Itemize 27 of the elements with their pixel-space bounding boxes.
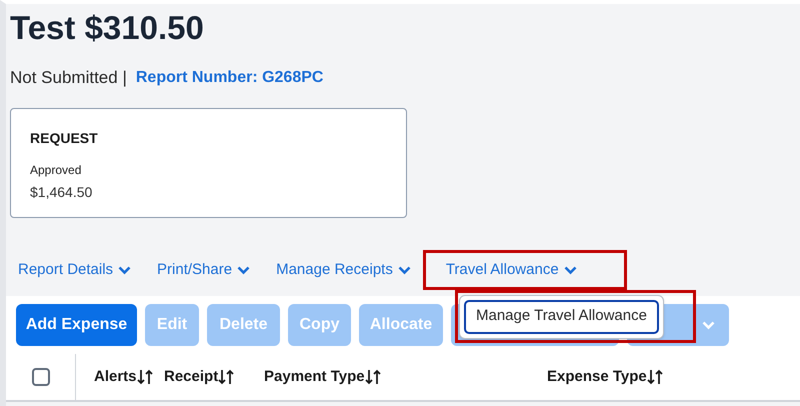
card-status: Approved [30,162,82,179]
menu-button[interactable]: Manage Receipts [275,253,412,287]
chevron-down-icon [564,266,577,274]
chevron-down-icon [398,266,411,274]
chevron-down-icon [118,266,132,274]
menu-button[interactable]: Report Details [17,253,132,287]
sort-icon [218,369,234,385]
report-status: Not Submitted | [10,67,127,90]
menu-button[interactable]: Travel Allowance [426,253,624,287]
card-heading: REQUEST [30,129,98,148]
column-header[interactable]: Alerts [94,366,153,388]
toolbar-button[interactable]: Add Expense [16,304,137,346]
column-header[interactable]: Payment Type [264,366,381,388]
card-amount: $1,464.50 [30,183,92,202]
sort-icon [646,369,663,385]
chevron-down-icon [702,320,715,330]
chevron-down-icon [237,266,250,274]
request-card[interactable]: REQUEST Approved $1,464.50 [10,108,407,218]
report-number-link[interactable]: Report Number: G268PC [136,66,324,90]
sort-icon [136,369,153,385]
select-all-checkbox[interactable] [32,368,50,386]
menu-button[interactable]: Print/Share [156,253,252,287]
column-header[interactable]: Receipt [164,366,234,388]
report-title: Test $310.50 [10,9,204,46]
column-header[interactable]: Expense Type [547,366,663,388]
dropdown-item[interactable]: Manage Travel Allowance [464,300,659,334]
sort-icon [364,369,381,385]
